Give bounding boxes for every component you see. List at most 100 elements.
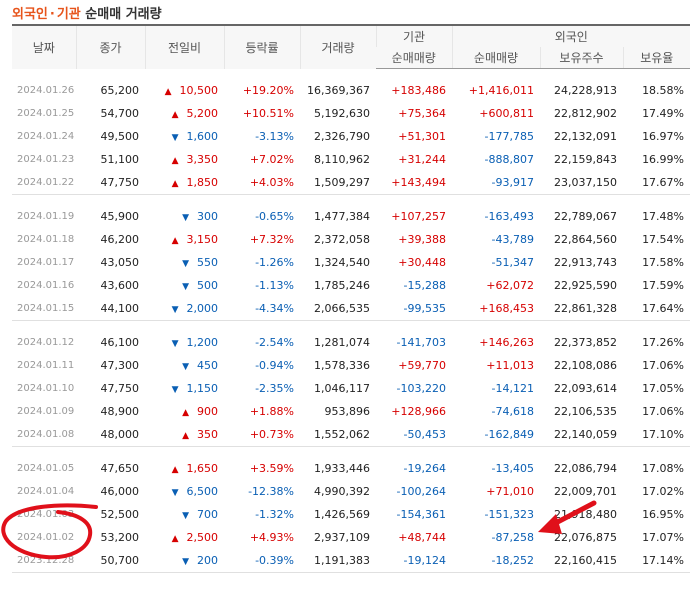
ratio-cell: 17.67% (623, 171, 691, 195)
institution-net-cell: -50,453 (376, 423, 452, 447)
change-cell: ▲ 900 (145, 400, 224, 423)
change-value: 300 (197, 210, 218, 223)
header-holdings: 보유주수 (539, 47, 623, 69)
holdings-cell: 22,913,743 (554, 256, 617, 269)
volume-cell: 5,192,630 (314, 107, 370, 120)
volume-cell: 1,933,446 (314, 462, 370, 475)
institution-net-cell: -19,124 (376, 549, 452, 573)
rate-cell: +7.02% (249, 153, 294, 166)
spacer-cell (12, 69, 690, 80)
down-triangle-icon: ▼ (182, 362, 189, 372)
foreign-net-cell: -87,258 (491, 531, 534, 544)
institution-net-cell: -100,264 (396, 485, 446, 498)
table-row: 2024.01.11 47,300 ▼ 450 -0.94% 1,578,336 +59,7… (12, 354, 690, 377)
holdings-cell: 22,925,590 (554, 279, 617, 292)
page-title: 외국인 · 기관 순매매 거래량 (12, 3, 162, 22)
change-cell: ▼ 1,150 (145, 377, 224, 400)
ratio-cell: 17.48% (642, 210, 685, 223)
change-cell: ▼ 300 (145, 205, 224, 228)
foreign-net-cell: -93,917 (452, 171, 540, 195)
up-triangle-icon: ▲ (182, 431, 189, 441)
change-cell: ▲ 5,200 (145, 102, 224, 125)
group-spacer (12, 69, 690, 80)
foreign-net-cell: +146,263 (479, 336, 534, 349)
change-value: 200 (197, 554, 218, 567)
foreign-net-cell: +11,013 (486, 359, 534, 372)
close-cell: 51,100 (100, 153, 140, 166)
ratio-cell: 17.10% (623, 423, 691, 447)
trading-volume-table: 날짜 종가 전일비 등락률 거래량 기관 외국인 순매매량 순매매량 보유주수 … (12, 24, 691, 573)
date-cell: 2024.01.03 (17, 509, 75, 520)
change-value: 3,150 (186, 233, 219, 246)
close-cell: 43,050 (100, 256, 140, 269)
table-row: 2024.01.24 49,500 ▼ 1,600 -3.13% 2,326,790 +51… (12, 125, 690, 148)
volume-cell: 4,990,392 (314, 485, 370, 498)
down-triangle-icon: ▼ (171, 488, 179, 498)
date-cell: 2024.01.05 (17, 463, 75, 474)
foreign-net-cell: -151,323 (484, 508, 534, 521)
change-cell: ▲ 3,150 (145, 228, 224, 251)
date-cell: 2024.01.08 (12, 423, 76, 447)
table-row: 2024.01.15 44,100 ▼ 2,000 -4.34% 2,066,535 -99… (12, 297, 691, 321)
table-row: 2024.01.02 53,200 ▲ 2,500 +4.93% 2,937,109 +48… (12, 526, 690, 549)
date-cell: 2024.01.15 (12, 297, 76, 321)
header-rate: 등락률 (223, 24, 300, 69)
institution-net-cell: -99,535 (376, 297, 452, 321)
spacer-cell (12, 195, 690, 206)
holdings-cell: 22,160,415 (540, 549, 623, 573)
table-row: 2024.01.16 43,600 ▼ 500 -1.13% 1,785,246 -15,2… (12, 274, 690, 297)
change-value: 900 (197, 405, 218, 418)
foreign-net-cell: -74,618 (491, 405, 534, 418)
foreign-net-cell: -51,347 (491, 256, 534, 269)
change-cell: ▲ 1,650 (145, 457, 224, 480)
institution-net-cell: -19,264 (403, 462, 446, 475)
volume-cell: 1,509,297 (300, 171, 376, 195)
holdings-cell: 22,861,328 (540, 297, 623, 321)
header-foreign-net: 순매매량 (451, 47, 540, 69)
rate-cell: -1.26% (255, 256, 294, 269)
foreign-net-cell: -18,252 (452, 549, 540, 573)
up-triangle-icon: ▲ (171, 465, 179, 475)
institution-net-cell: -141,703 (396, 336, 446, 349)
up-triangle-icon: ▲ (171, 236, 179, 246)
up-triangle-icon: ▲ (171, 156, 179, 166)
volume-cell: 1,578,336 (314, 359, 370, 372)
change-value: 700 (197, 508, 218, 521)
foreign-net-cell: +1,416,011 (468, 84, 534, 97)
close-cell: 48,900 (100, 405, 140, 418)
holdings-cell: 22,106,535 (554, 405, 617, 418)
volume-cell: 2,372,058 (314, 233, 370, 246)
close-cell: 46,000 (100, 485, 140, 498)
rate-cell: +4.93% (249, 531, 294, 544)
ratio-cell: 16.95% (642, 508, 685, 521)
up-triangle-icon: ▲ (164, 87, 172, 97)
date-cell: 2024.01.04 (17, 486, 75, 497)
date-cell: 2024.01.16 (17, 280, 75, 291)
down-triangle-icon: ▼ (182, 282, 189, 292)
up-triangle-icon: ▲ (182, 408, 189, 418)
volume-cell: 1,281,074 (314, 336, 370, 349)
close-cell: 47,300 (100, 359, 140, 372)
institution-net-cell: +48,744 (398, 531, 446, 544)
rate-cell: -3.13% (255, 130, 294, 143)
change-value: 550 (197, 256, 218, 269)
volume-cell: 953,896 (324, 405, 371, 418)
close-cell: 49,500 (100, 130, 140, 143)
close-cell: 47,750 (76, 171, 145, 195)
close-cell: 47,650 (100, 462, 140, 475)
foreign-net-cell: +600,811 (479, 107, 534, 120)
holdings-cell: 24,228,913 (554, 84, 617, 97)
table-row: 2024.01.10 47,750 ▼ 1,150 -2.35% 1,046,117 -10… (12, 377, 690, 400)
date-cell: 2024.01.11 (17, 360, 75, 371)
rate-cell: +4.03% (224, 171, 300, 195)
holdings-cell: 23,037,150 (540, 171, 623, 195)
volume-cell: 1,426,569 (314, 508, 370, 521)
change-cell: ▼ 500 (145, 274, 224, 297)
change-cell: ▲ 3,350 (145, 148, 224, 171)
date-cell: 2024.01.12 (17, 337, 75, 348)
institution-net-cell: -154,361 (396, 508, 446, 521)
close-cell: 44,100 (76, 297, 145, 321)
holdings-cell: 22,140,059 (540, 423, 623, 447)
down-triangle-icon: ▼ (171, 305, 179, 315)
table-row: 2023.12.28 50,700 ▼ 200 -0.39% 1,191,383 -19,1… (12, 549, 691, 573)
